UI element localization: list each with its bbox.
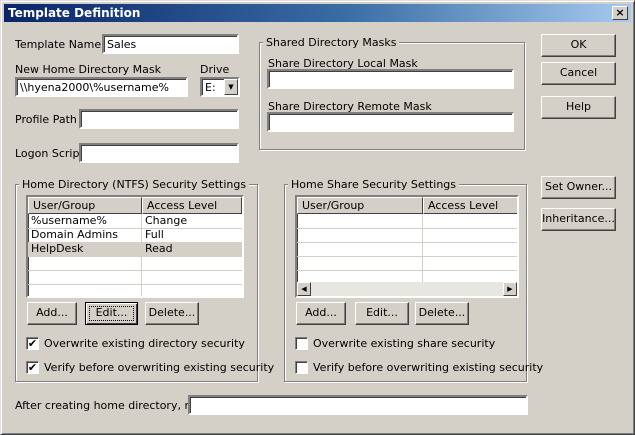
drive-label: Drive: [200, 63, 230, 76]
access-cell: Read: [145, 242, 173, 255]
close-icon: ×: [615, 6, 625, 19]
check-icon: ✔: [27, 361, 38, 374]
list-item[interactable]: %username% Change: [28, 214, 242, 228]
user-cell: Domain Admins: [31, 228, 118, 241]
ntfs-acl-list[interactable]: User/Group Access Level %username% Chang…: [26, 195, 244, 298]
share-overwrite-label: Overwrite existing share security: [313, 337, 496, 350]
list-item-selected[interactable]: HelpDesk Read: [28, 242, 242, 256]
set-owner-button[interactable]: Set Owner...: [541, 176, 616, 199]
ntfs-security-title: Home Directory (NTFS) Security Settings: [19, 178, 250, 191]
share-overwrite-checkbox[interactable]: [295, 337, 308, 350]
ntfs-delete-button[interactable]: Delete...: [145, 302, 199, 325]
list-item[interactable]: Domain Admins Full: [28, 228, 242, 242]
ntfs-verify-label: Verify before overwriting existing secur…: [44, 361, 275, 374]
template-name-input[interactable]: Sales: [102, 34, 239, 54]
ntfs-overwrite-label: Overwrite existing directory security: [44, 337, 245, 350]
inheritance-button[interactable]: Inheritance...: [541, 208, 616, 231]
column-header-user-group[interactable]: User/Group: [297, 197, 423, 214]
column-header-access-level[interactable]: Access Level: [423, 197, 517, 214]
share-delete-button[interactable]: Delete...: [415, 302, 469, 325]
access-cell: Full: [145, 228, 164, 241]
logon-script-input[interactable]: [79, 143, 239, 163]
window-title: Template Definition: [8, 6, 141, 20]
share-acl-list[interactable]: User/Group Access Level ◀ ▶: [295, 195, 519, 298]
drive-select[interactable]: E: ▼: [200, 77, 240, 97]
ntfs-overwrite-checkbox[interactable]: ✔: [26, 337, 39, 350]
shared-dir-masks-title: Shared Directory Masks: [263, 36, 400, 49]
ntfs-add-button[interactable]: Add...: [27, 302, 77, 325]
user-cell: HelpDesk: [31, 242, 84, 255]
template-name-label: Template Name: [15, 38, 102, 51]
ntfs-verify-checkbox[interactable]: ✔: [26, 361, 39, 374]
column-header-user-group[interactable]: User/Group: [28, 197, 142, 214]
ok-button[interactable]: OK: [541, 34, 616, 57]
ntfs-edit-button[interactable]: Edit...: [85, 302, 138, 325]
template-definition-dialog: Template Definition × Template Name Sale…: [0, 0, 635, 435]
share-verify-checkbox[interactable]: [295, 361, 308, 374]
help-button[interactable]: Help: [541, 96, 616, 119]
access-cell: Change: [145, 214, 188, 227]
close-button[interactable]: ×: [612, 6, 628, 20]
check-icon: ✔: [27, 337, 38, 350]
chevron-down-icon[interactable]: ▼: [224, 79, 238, 95]
drive-value: E:: [205, 81, 216, 94]
profile-path-input[interactable]: [79, 109, 239, 129]
title-bar: Template Definition ×: [4, 4, 631, 22]
user-cell: %username%: [31, 214, 107, 227]
after-create-command-input[interactable]: [188, 395, 528, 415]
scroll-left-icon[interactable]: ◀: [297, 282, 311, 296]
share-security-title: Home Share Security Settings: [288, 178, 460, 191]
after-create-label: After creating home directory, run:: [15, 399, 207, 412]
home-dir-mask-input[interactable]: \\hyena2000\%username%: [15, 77, 188, 97]
profile-path-label: Profile Path: [15, 113, 77, 126]
share-edit-button[interactable]: Edit...: [355, 302, 409, 325]
cancel-button[interactable]: Cancel: [541, 62, 616, 85]
logon-script-label: Logon Script: [15, 147, 84, 160]
share-remote-mask-input[interactable]: [267, 112, 514, 132]
share-add-button[interactable]: Add...: [296, 302, 346, 325]
share-verify-label: Verify before overwriting existing secur…: [313, 361, 544, 374]
home-dir-mask-label: New Home Directory Mask: [15, 63, 161, 76]
scroll-right-icon[interactable]: ▶: [503, 282, 517, 296]
horizontal-scrollbar[interactable]: ◀ ▶: [297, 282, 517, 296]
column-header-access-level[interactable]: Access Level: [142, 197, 242, 214]
share-local-mask-input[interactable]: [267, 69, 514, 89]
